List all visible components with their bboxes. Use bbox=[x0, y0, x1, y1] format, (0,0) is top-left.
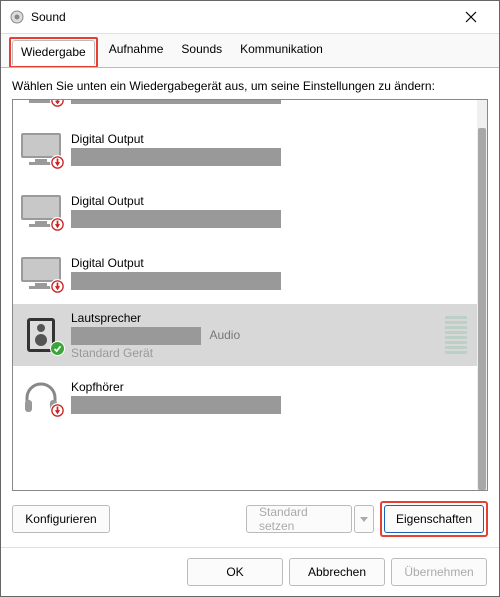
redacted-text bbox=[71, 327, 201, 345]
monitor-icon bbox=[19, 100, 63, 106]
redacted-text bbox=[71, 210, 281, 228]
device-name: Digital Output bbox=[71, 256, 473, 270]
highlight-tab-wiedergabe: Wiedergabe bbox=[9, 37, 98, 68]
tab-aufnahme[interactable]: Aufnahme bbox=[100, 37, 173, 68]
device-row[interactable]: Kopfhörer bbox=[13, 366, 477, 428]
headphones-icon bbox=[19, 378, 63, 416]
sound-dialog: Sound Wiedergabe Aufnahme Sounds Kommuni… bbox=[0, 0, 500, 597]
device-row[interactable]: Digital Output bbox=[13, 242, 477, 304]
instruction-text: Wählen Sie unten ein Wiedergabegerät aus… bbox=[12, 79, 488, 93]
tab-bar: Wiedergabe Aufnahme Sounds Kommunikation bbox=[1, 33, 499, 68]
apply-button[interactable]: Übernehmen bbox=[391, 558, 487, 586]
device-row-selected[interactable]: Lautsprecher Audio Standard Gerät bbox=[13, 304, 477, 366]
properties-button[interactable]: Eigenschaften bbox=[384, 505, 484, 533]
device-status: Standard Gerät bbox=[71, 346, 473, 360]
button-row: Konfigurieren Standard setzen Eigenschaf… bbox=[12, 491, 488, 547]
titlebar: Sound bbox=[1, 1, 499, 33]
disconnected-badge-icon bbox=[50, 155, 65, 170]
configure-button[interactable]: Konfigurieren bbox=[12, 505, 110, 533]
sound-app-icon bbox=[9, 9, 25, 25]
device-listbox[interactable]: Digital Output Digital Output bbox=[12, 99, 488, 491]
monitor-icon bbox=[19, 254, 63, 292]
device-name: Digital Output bbox=[71, 194, 473, 208]
disconnected-badge-icon bbox=[50, 279, 65, 294]
tab-kommunikation[interactable]: Kommunikation bbox=[231, 37, 332, 68]
volume-meter bbox=[445, 314, 467, 354]
highlight-properties-button: Eigenschaften bbox=[380, 501, 488, 537]
redacted-text bbox=[71, 396, 281, 414]
redacted-text bbox=[71, 272, 281, 290]
dialog-footer: OK Abbrechen Übernehmen bbox=[1, 547, 499, 596]
close-button[interactable] bbox=[451, 1, 491, 33]
device-driver-suffix: Audio bbox=[209, 328, 240, 342]
disconnected-badge-icon bbox=[50, 100, 65, 108]
ok-button[interactable]: OK bbox=[187, 558, 283, 586]
device-row[interactable]: Digital Output bbox=[13, 118, 477, 180]
monitor-icon bbox=[19, 130, 63, 168]
tab-content: Wählen Sie unten ein Wiedergabegerät aus… bbox=[1, 67, 499, 547]
speaker-icon bbox=[19, 316, 63, 354]
chevron-down-icon bbox=[360, 517, 368, 522]
window-title: Sound bbox=[31, 10, 451, 24]
set-default-dropdown-button[interactable] bbox=[354, 505, 374, 533]
redacted-text bbox=[71, 100, 281, 104]
device-name: Kopfhörer bbox=[71, 380, 473, 394]
disconnected-badge-icon bbox=[50, 217, 65, 232]
device-row[interactable]: Digital Output bbox=[13, 100, 477, 118]
cancel-button[interactable]: Abbrechen bbox=[289, 558, 385, 586]
device-name: Digital Output bbox=[71, 132, 473, 146]
monitor-icon bbox=[19, 192, 63, 230]
default-badge-icon bbox=[50, 341, 65, 356]
device-row[interactable]: Digital Output bbox=[13, 180, 477, 242]
scrollbar[interactable] bbox=[477, 100, 487, 490]
scrollbar-thumb[interactable] bbox=[478, 128, 486, 490]
disconnected-badge-icon bbox=[50, 403, 65, 418]
tab-sounds[interactable]: Sounds bbox=[172, 37, 231, 68]
redacted-text bbox=[71, 148, 281, 166]
device-name: Lautsprecher bbox=[71, 311, 473, 325]
set-default-button[interactable]: Standard setzen bbox=[246, 505, 352, 533]
device-list-inner: Digital Output Digital Output bbox=[13, 100, 477, 490]
tab-wiedergabe[interactable]: Wiedergabe bbox=[12, 40, 95, 65]
